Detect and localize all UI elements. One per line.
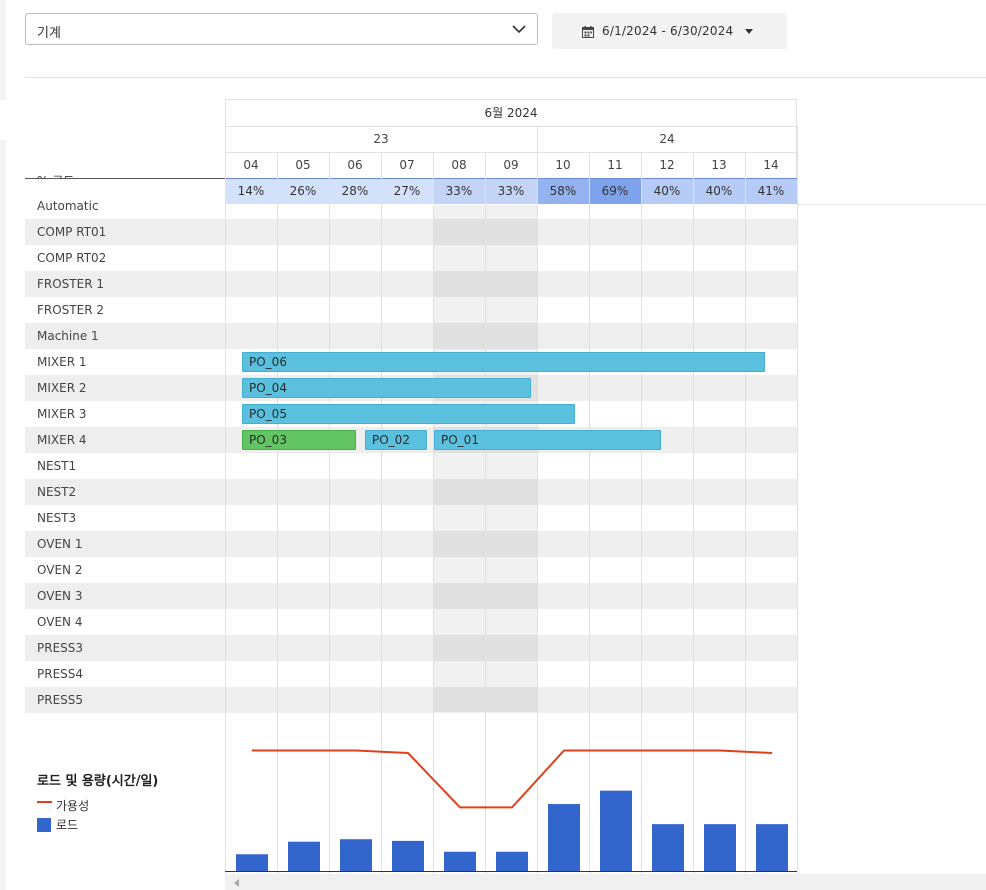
resource-row-label[interactable]: OVEN 3 — [25, 583, 225, 609]
day-label: 12 — [659, 158, 675, 172]
resource-row-label[interactable]: OVEN 1 — [25, 531, 225, 557]
load-percent-cell: 40% — [641, 179, 693, 204]
caret-down-icon — [745, 29, 753, 34]
load-bar — [600, 790, 632, 871]
load-bar — [392, 840, 424, 871]
calendar-icon — [582, 26, 594, 38]
load-strip-divider — [797, 204, 986, 205]
order-bar[interactable]: PO_05 — [242, 404, 575, 424]
resource-row-label[interactable]: OVEN 4 — [25, 609, 225, 635]
load-percent-cell: 40% — [693, 179, 745, 204]
order-bar[interactable]: PO_02 — [365, 430, 427, 450]
resource-row-label[interactable]: FROSTER 2 — [25, 297, 225, 323]
load-bar — [704, 824, 736, 871]
order-bar[interactable]: PO_06 — [242, 352, 765, 372]
resource-row-label[interactable]: PRESS5 — [25, 687, 225, 713]
date-range-button[interactable]: 6/1/2024 - 6/30/2024 — [552, 13, 787, 49]
resource-row-label[interactable]: COMP RT02 — [25, 245, 225, 271]
day-label: 09 — [503, 158, 519, 172]
resource-type-value: 기계 — [37, 26, 61, 41]
chevron-down-icon — [512, 25, 526, 34]
resource-type-select[interactable]: 기계 — [25, 13, 538, 45]
load-capacity-chart — [225, 749, 797, 872]
resource-row-label[interactable]: MIXER 3 — [25, 401, 225, 427]
resource-row-label[interactable]: Machine 1 — [25, 323, 225, 349]
load-bar — [496, 851, 528, 871]
load-bar — [236, 854, 268, 871]
load-strip-divider — [25, 178, 225, 179]
day-label: 05 — [295, 158, 311, 172]
load-bar — [340, 839, 372, 871]
load-legend-swatch — [37, 818, 51, 832]
load-percent-cell: 33% — [433, 179, 485, 204]
order-bar[interactable]: PO_04 — [242, 378, 531, 398]
resource-row-label[interactable]: COMP RT01 — [25, 219, 225, 245]
month-label: 6월 2024 — [484, 106, 538, 120]
week-label: 24 — [659, 132, 675, 146]
day-label: 04 — [243, 158, 259, 172]
availability-line — [252, 749, 773, 809]
resource-row-label[interactable]: PRESS4 — [25, 661, 225, 687]
left-edge-notch — [0, 100, 6, 140]
day-label: 07 — [399, 158, 415, 172]
header-divider — [226, 152, 798, 153]
day-label: 08 — [451, 158, 467, 172]
load-bar — [288, 841, 320, 871]
load-percent-cell: 26% — [277, 179, 329, 204]
load-bar — [444, 851, 476, 871]
scroll-left-icon[interactable] — [234, 879, 239, 887]
toolbar-divider — [25, 77, 986, 78]
availability-legend-label: 가용성 — [56, 799, 90, 813]
resource-row-label[interactable]: MIXER 1 — [25, 349, 225, 375]
load-percent-cell: 69% — [589, 179, 641, 204]
load-percent-cell: 33% — [485, 179, 537, 204]
load-percent-cell: 58% — [537, 179, 589, 204]
resource-row-label[interactable]: NEST1 — [25, 453, 225, 479]
day-label: 14 — [763, 158, 779, 172]
load-percent-border — [225, 178, 797, 179]
resource-row-label[interactable]: OVEN 2 — [25, 557, 225, 583]
date-range-text: 6/1/2024 - 6/30/2024 — [602, 24, 734, 38]
day-label: 13 — [711, 158, 727, 172]
left-edge-strip — [0, 0, 6, 890]
order-bar[interactable]: PO_01 — [434, 430, 661, 450]
resource-row-label[interactable]: NEST3 — [25, 505, 225, 531]
load-bar — [652, 824, 684, 871]
chart-title: 로드 및 용량(시간/일) — [37, 774, 159, 789]
load-percent-cell: 27% — [381, 179, 433, 204]
resource-row-label[interactable]: PRESS3 — [25, 635, 225, 661]
load-percent-cell: 28% — [329, 179, 381, 204]
day-label: 11 — [607, 158, 623, 172]
resource-row-label[interactable]: FROSTER 1 — [25, 271, 225, 297]
load-percent-cell: 41% — [745, 179, 797, 204]
load-legend-label: 로드 — [56, 818, 79, 832]
resource-row-label[interactable]: MIXER 4 — [25, 427, 225, 453]
load-bar — [548, 804, 580, 871]
header-divider — [226, 126, 798, 127]
resource-row-label[interactable]: NEST2 — [25, 479, 225, 505]
day-label: 10 — [555, 158, 571, 172]
availability-legend-swatch — [37, 801, 52, 803]
day-gridline — [797, 126, 798, 874]
week-label: 23 — [373, 132, 389, 146]
day-label: 06 — [347, 158, 363, 172]
load-percent-cell: 14% — [225, 179, 277, 204]
resource-row-label[interactable]: Automatic — [25, 193, 225, 219]
load-bar — [756, 824, 788, 871]
horizontal-scrollbar[interactable] — [225, 874, 986, 890]
order-bar[interactable]: PO_03 — [242, 430, 356, 450]
resource-row-label[interactable]: MIXER 2 — [25, 375, 225, 401]
